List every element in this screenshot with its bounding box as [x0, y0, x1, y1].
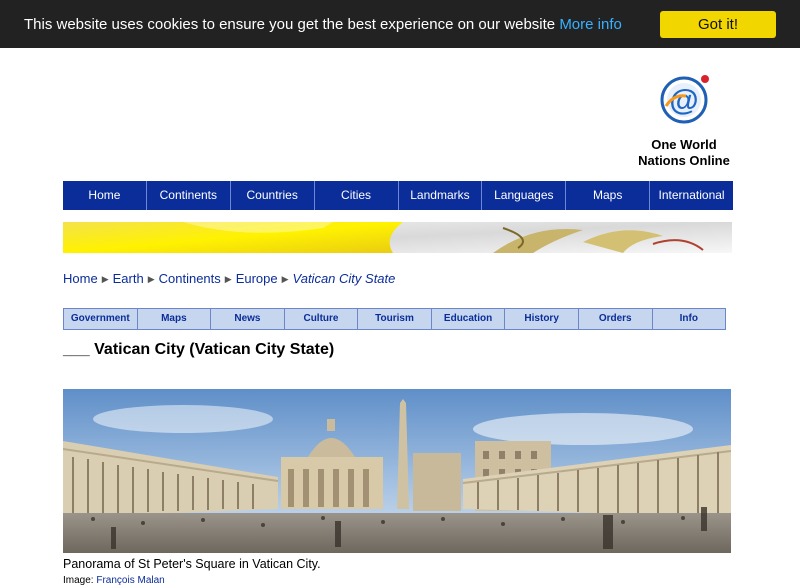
subnav-government[interactable]: Government — [64, 309, 138, 329]
nav-item-home[interactable]: Home — [63, 181, 147, 210]
cookie-accept-button[interactable]: Got it! — [660, 11, 776, 38]
photo-credit-label: Image: — [63, 575, 94, 586]
svg-text:@: @ — [669, 84, 698, 117]
breadcrumb: Home ▶ Earth ▶ Continents ▶ Europe ▶ Vatican Cit… — [63, 271, 395, 286]
subnav-orders[interactable]: Orders — [579, 309, 653, 329]
cookie-banner: This website uses cookies to ensure you … — [0, 0, 800, 48]
cookie-message: This website uses cookies to ensure you … — [24, 16, 622, 33]
nav-item-languages[interactable]: Languages — [482, 181, 567, 210]
brand-line-2: Nations Online — [638, 153, 730, 168]
main-navigation: Home Continents Countries Cities Landmar… — [63, 181, 733, 210]
cookie-more-info-link[interactable]: More info — [559, 16, 622, 33]
subnav-news[interactable]: News — [211, 309, 285, 329]
nav-item-landmarks[interactable]: Landmarks — [399, 181, 483, 210]
cookie-message-text: This website uses cookies to ensure you … — [24, 16, 556, 33]
breadcrumb-europe[interactable]: Europe — [236, 271, 278, 286]
page-title: ___ Vatican City (Vatican City State) — [63, 341, 335, 358]
nav-item-international[interactable]: International — [650, 181, 733, 210]
subnav-tourism[interactable]: Tourism — [358, 309, 432, 329]
nav-item-cities[interactable]: Cities — [315, 181, 399, 210]
photo-credit: Image: François Malan — [63, 575, 165, 586]
breadcrumb-arrow-icon: ▶ — [224, 274, 232, 284]
subnav-maps[interactable]: Maps — [138, 309, 212, 329]
subnav-education[interactable]: Education — [432, 309, 506, 329]
country-sub-navigation: Government Maps News Culture Tourism Edu… — [63, 308, 726, 330]
nav-item-countries[interactable]: Countries — [231, 181, 315, 210]
photo-credit-link[interactable]: François Malan — [96, 575, 164, 586]
at-sign-globe-icon[interactable]: @ — [656, 72, 712, 128]
breadcrumb-arrow-icon: ▶ — [281, 274, 289, 284]
breadcrumb-current: Vatican City State — [292, 271, 396, 286]
breadcrumb-continents[interactable]: Continents — [159, 271, 221, 286]
subnav-culture[interactable]: Culture — [285, 309, 359, 329]
flag-banner-image — [63, 222, 732, 253]
page: This website uses cookies to ensure you … — [0, 0, 800, 588]
nav-item-maps[interactable]: Maps — [566, 181, 651, 210]
st-peters-square-panorama — [63, 389, 731, 553]
breadcrumb-arrow-icon: ▶ — [101, 274, 109, 284]
photo-caption: Panorama of St Peter's Square in Vatican… — [63, 557, 321, 571]
breadcrumb-home[interactable]: Home — [63, 271, 98, 286]
site-brand[interactable]: One World Nations Online — [634, 137, 734, 169]
subnav-info[interactable]: Info — [653, 309, 726, 329]
subnav-history[interactable]: History — [505, 309, 579, 329]
breadcrumb-arrow-icon: ▶ — [147, 274, 155, 284]
breadcrumb-earth[interactable]: Earth — [113, 271, 144, 286]
brand-line-1: One World — [651, 137, 717, 152]
nav-item-continents[interactable]: Continents — [147, 181, 231, 210]
